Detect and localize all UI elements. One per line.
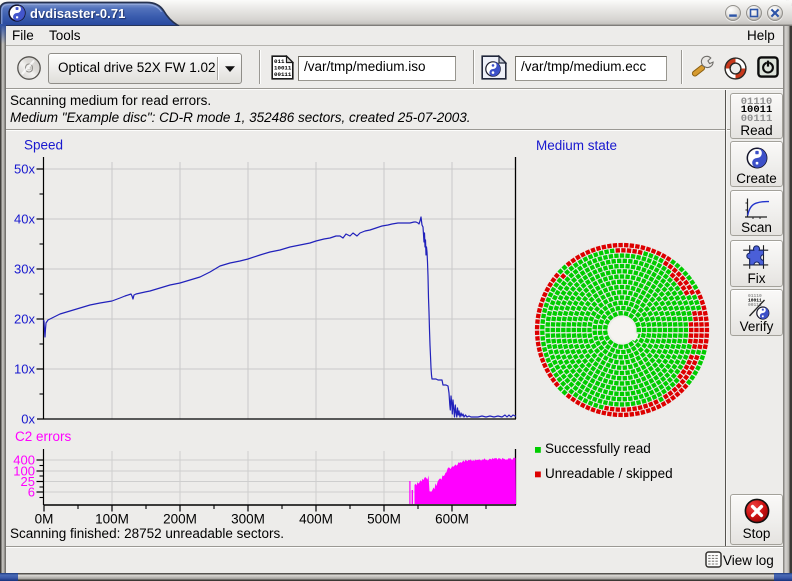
svg-text:20x: 20x: [14, 312, 35, 327]
svg-text:Speed: Speed: [24, 138, 63, 153]
svg-text:600M: 600M: [435, 512, 469, 527]
svg-text:200M: 200M: [163, 512, 197, 527]
svg-text:C2 errors: C2 errors: [15, 429, 72, 444]
svg-text:0x: 0x: [21, 412, 35, 427]
svg-text:500M: 500M: [367, 512, 401, 527]
svg-text:400M: 400M: [299, 512, 333, 527]
svg-text:100M: 100M: [95, 512, 129, 527]
svg-text:01110: 01110: [748, 293, 762, 299]
svg-text:Unreadable / skipped: Unreadable / skipped: [545, 466, 673, 481]
svg-text:300M: 300M: [231, 512, 265, 527]
svg-text:6: 6: [28, 485, 35, 500]
svg-text:Medium state: Medium state: [536, 138, 617, 153]
svg-text:0M: 0M: [35, 512, 54, 527]
svg-text:50x: 50x: [14, 162, 35, 177]
svg-text:Successfully read: Successfully read: [545, 441, 651, 456]
svg-text:10x: 10x: [14, 362, 35, 377]
svg-text:30x: 30x: [14, 262, 35, 277]
svg-text:10011: 10011: [748, 298, 762, 304]
svg-text:40x: 40x: [14, 212, 35, 227]
